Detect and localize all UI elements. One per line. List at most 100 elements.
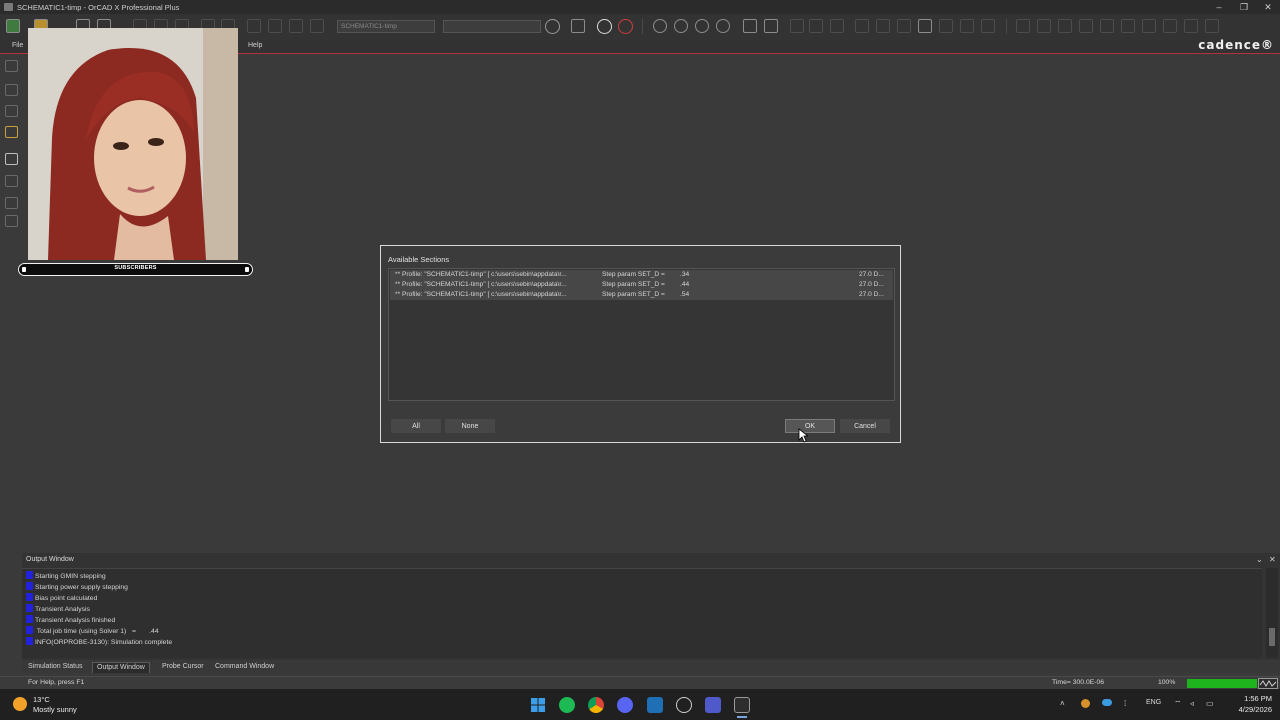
sections-list[interactable]: ** Profile: "SCHEMATIC1-timp" [ c:\users… <box>388 268 895 401</box>
section-row[interactable]: ** Profile: "SCHEMATIC1-timp" [ c:\users… <box>390 280 893 290</box>
tool-icon[interactable] <box>5 175 18 187</box>
row-value: .34 <box>680 271 690 278</box>
minimize-button[interactable]: – <box>1207 1 1231 13</box>
all-button[interactable]: All <box>391 419 441 433</box>
toolbar-icon[interactable] <box>310 19 324 33</box>
scrollbar-thumb[interactable] <box>1269 628 1275 646</box>
toolbar-icon[interactable] <box>897 19 911 33</box>
clock-date[interactable]: 4/29/2026 <box>1224 705 1272 714</box>
run-icon[interactable] <box>545 19 560 34</box>
language-indicator[interactable]: ENG <box>1146 699 1161 706</box>
axis-icon[interactable] <box>790 19 804 33</box>
discord-icon[interactable] <box>617 697 633 713</box>
cursor-search-icon[interactable] <box>1121 19 1135 33</box>
row-temp: 27.0 D... <box>859 281 884 288</box>
profile-select[interactable]: SCHEMATIC1-timp <box>337 20 435 33</box>
tool-icon[interactable] <box>5 60 18 72</box>
toolbar-icon[interactable] <box>247 19 261 33</box>
cursor-peak-icon[interactable] <box>960 19 974 33</box>
cadence-logo: cadence® <box>1198 38 1274 52</box>
tab-probe-cursor[interactable]: Probe Cursor <box>158 662 208 673</box>
simulation-progress <box>1187 679 1257 688</box>
cursor-point-icon[interactable] <box>1100 19 1114 33</box>
stop-icon[interactable] <box>618 19 633 34</box>
performance-icon[interactable] <box>830 19 844 33</box>
mark-data-icon[interactable] <box>1205 19 1219 33</box>
weather-temperature[interactable]: 13°C <box>33 695 50 704</box>
zoom-level: 100% <box>1158 679 1176 686</box>
add-trace-icon[interactable] <box>743 19 757 33</box>
app-icon[interactable] <box>647 697 663 713</box>
cursor-slope-icon[interactable] <box>1037 19 1051 33</box>
previous-transition-icon[interactable] <box>1163 19 1177 33</box>
menu-help[interactable]: Help <box>248 42 262 49</box>
none-button[interactable]: None <box>445 419 495 433</box>
teams-icon[interactable] <box>705 697 721 713</box>
probe-icon[interactable] <box>5 126 18 138</box>
weather-sun-icon[interactable] <box>13 697 27 711</box>
weather-description[interactable]: Mostly sunny <box>33 705 77 714</box>
document-icon[interactable] <box>5 84 18 96</box>
tray-app-icon[interactable] <box>1081 699 1090 708</box>
text-icon[interactable] <box>918 19 932 33</box>
spotify-icon[interactable] <box>559 697 575 713</box>
fft-icon[interactable] <box>809 19 823 33</box>
zoom-out-icon[interactable] <box>674 19 688 33</box>
chrome-icon[interactable] <box>588 697 604 713</box>
section-row[interactable]: ** Profile: "SCHEMATIC1-timp" [ c:\users… <box>390 270 893 280</box>
new-icon[interactable] <box>6 19 20 33</box>
tab-command-window[interactable]: Command Window <box>211 662 278 673</box>
log-line: Transient Analysis finished <box>26 615 115 625</box>
separator <box>642 19 643 34</box>
tab-simulation-status[interactable]: Simulation Status <box>24 662 86 673</box>
toolbar-icon[interactable] <box>289 19 303 33</box>
zoom-in-icon[interactable] <box>653 19 667 33</box>
waveform-icon[interactable] <box>1258 678 1278 689</box>
orcad-icon[interactable] <box>734 697 750 713</box>
output-log[interactable]: Starting GMIN stepping Starting power su… <box>22 568 1262 658</box>
zoom-fit-icon[interactable] <box>695 19 709 33</box>
ok-button[interactable]: OK <box>785 419 835 433</box>
person-image <box>48 48 206 260</box>
layers-icon[interactable] <box>5 153 18 165</box>
close-icon[interactable]: ✕ <box>1269 555 1276 564</box>
clock-time[interactable]: 1:56 PM <box>1236 694 1272 703</box>
toolbar-icon[interactable] <box>268 19 282 33</box>
settings-icon[interactable] <box>571 19 585 33</box>
menu-file[interactable]: File <box>12 42 23 49</box>
marker-icon[interactable] <box>981 19 995 33</box>
document-icon[interactable] <box>5 105 18 117</box>
pause-icon[interactable] <box>597 19 612 34</box>
tab-output-window[interactable]: Output Window <box>92 662 150 673</box>
app-icon[interactable] <box>676 697 692 713</box>
cursor-trough-icon[interactable] <box>1016 19 1030 33</box>
cancel-button[interactable]: Cancel <box>840 419 890 433</box>
next-transition-icon[interactable] <box>1142 19 1156 33</box>
cursor-min-icon[interactable] <box>1058 19 1072 33</box>
restore-button[interactable]: ❐ <box>1232 1 1256 13</box>
volume-icon[interactable]: ◃ <box>1190 699 1194 708</box>
bottom-tabs: Simulation Status Output Window Probe Cu… <box>22 661 1280 673</box>
log-line: INFO(ORPROBE-3130): Simulation complete <box>26 637 172 647</box>
windows-start-icon[interactable] <box>530 697 546 713</box>
section-row[interactable]: ** Profile: "SCHEMATIC1-timp" [ c:\users… <box>390 290 893 300</box>
chevron-up-icon[interactable]: ˄ <box>1060 699 1065 708</box>
add-plot-icon[interactable] <box>855 19 869 33</box>
chevron-down-icon[interactable]: ⌄ <box>1256 555 1263 564</box>
microphone-icon[interactable]: ⁞ <box>1124 699 1126 708</box>
tool-icon[interactable] <box>5 197 18 209</box>
cursor-icon[interactable] <box>939 19 953 33</box>
zoom-area-icon[interactable] <box>716 19 730 33</box>
output-scrollbar[interactable] <box>1266 568 1278 658</box>
add-y-axis-icon[interactable] <box>876 19 890 33</box>
log-line: Starting power supply stepping <box>26 582 128 592</box>
battery-icon[interactable]: ▭ <box>1206 699 1214 708</box>
cursor-max-icon[interactable] <box>1079 19 1093 33</box>
close-button[interactable]: ✕ <box>1256 1 1280 13</box>
mark-label-icon[interactable] <box>1184 19 1198 33</box>
tool-icon[interactable] <box>5 215 18 227</box>
delete-trace-icon[interactable] <box>764 19 778 33</box>
onedrive-icon[interactable] <box>1102 699 1112 706</box>
wifi-icon[interactable]: ⌔ <box>1174 699 1182 709</box>
profile-field-2[interactable] <box>443 20 541 33</box>
